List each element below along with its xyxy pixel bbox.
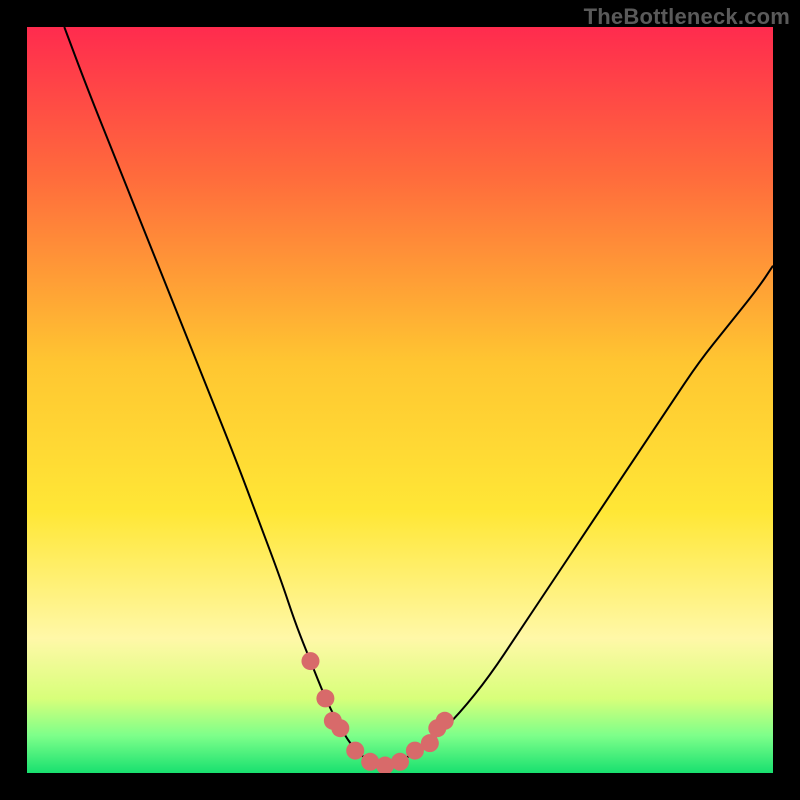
- marker-dot: [316, 689, 334, 707]
- frame: TheBottleneck.com: [0, 0, 800, 800]
- bottleneck-chart: [27, 27, 773, 773]
- marker-dot: [301, 652, 319, 670]
- marker-dot: [436, 712, 454, 730]
- marker-dot: [391, 753, 409, 771]
- marker-dot: [331, 719, 349, 737]
- marker-dot: [346, 742, 364, 760]
- gradient-background: [27, 27, 773, 773]
